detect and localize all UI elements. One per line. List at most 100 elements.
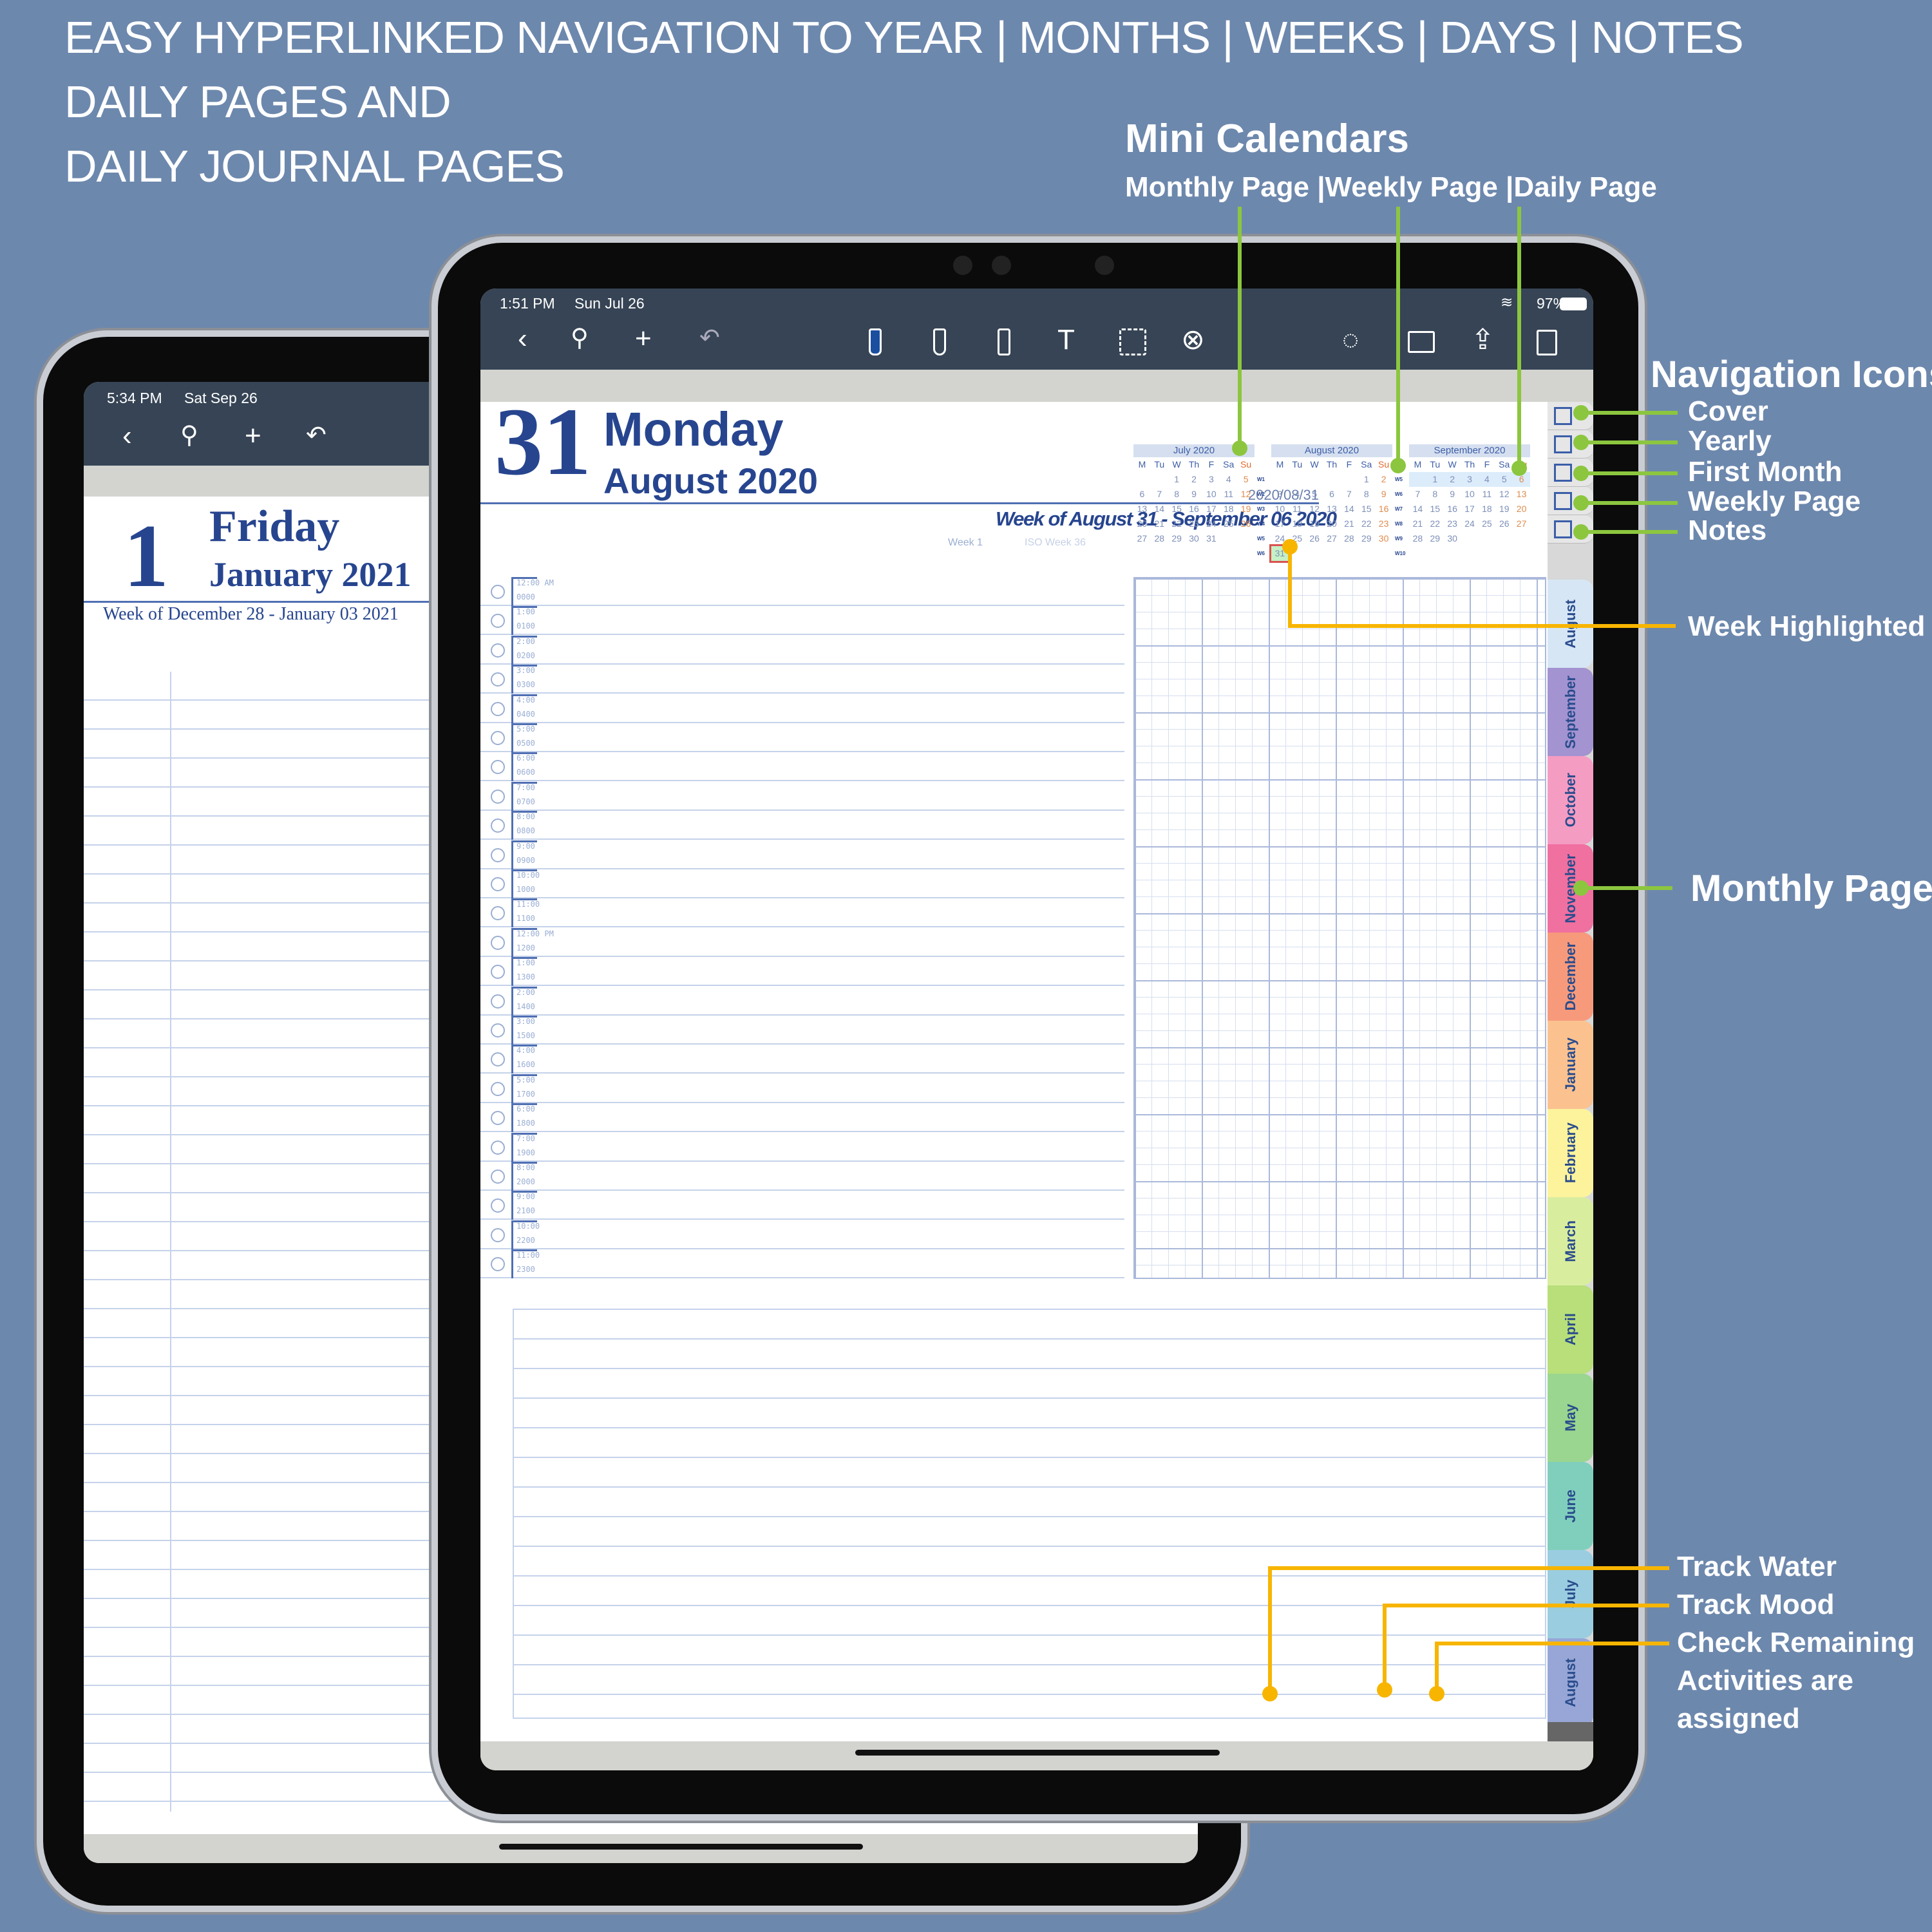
add-icon[interactable]: + bbox=[245, 422, 261, 450]
hour-row[interactable]: 11:00 2300 bbox=[480, 1249, 1124, 1279]
hour-checkbox[interactable] bbox=[491, 1052, 505, 1067]
calendar-day[interactable]: 26 bbox=[1237, 516, 1255, 531]
calendar-day[interactable]: 27 bbox=[1133, 531, 1151, 546]
calendar-day[interactable]: 14 bbox=[1409, 502, 1426, 516]
hour-row[interactable]: 4:00 0400 bbox=[480, 694, 1124, 723]
calendar-day[interactable]: 25 bbox=[1478, 516, 1495, 531]
hour-checkbox[interactable] bbox=[491, 585, 505, 599]
month-tab-september[interactable]: September bbox=[1548, 668, 1593, 756]
hour-row[interactable]: 6:00 1800 bbox=[480, 1103, 1124, 1133]
hour-checkbox[interactable] bbox=[491, 1170, 505, 1184]
calendar-week[interactable]: 12 bbox=[1271, 472, 1392, 487]
calendar-day[interactable]: 13 bbox=[1323, 502, 1341, 516]
hour-checkbox[interactable] bbox=[491, 1140, 505, 1155]
hour-row[interactable]: 1:00 0100 bbox=[480, 606, 1124, 636]
calendar-day[interactable]: 19 bbox=[1495, 502, 1513, 516]
mini-calendar-title[interactable]: September 2020 bbox=[1409, 444, 1530, 457]
calendar-day[interactable]: 25 bbox=[1220, 516, 1237, 531]
elements-icon[interactable] bbox=[1408, 331, 1435, 353]
calendar-day[interactable]: 12 bbox=[1237, 487, 1255, 502]
hour-row[interactable]: 11:00 1100 bbox=[480, 898, 1124, 928]
calendar-day[interactable]: 10 bbox=[1461, 487, 1479, 502]
hour-checkbox[interactable] bbox=[491, 731, 505, 745]
calendar-day[interactable]: 29 bbox=[1168, 531, 1186, 546]
shapes-icon[interactable]: ◌ bbox=[1342, 326, 1359, 354]
calendar-day[interactable]: 3 bbox=[1202, 472, 1220, 487]
calendar-day[interactable]: 15 bbox=[1168, 502, 1186, 516]
calendar-day[interactable]: 13 bbox=[1133, 502, 1151, 516]
hour-checkbox[interactable] bbox=[491, 1257, 505, 1272]
calendar-week[interactable]: 10 11 12 13 14 15 16 bbox=[1271, 502, 1392, 516]
calendar-day[interactable]: 17 bbox=[1461, 502, 1479, 516]
calendar-day[interactable]: 13 bbox=[1513, 487, 1530, 502]
calendar-day[interactable]: 1 bbox=[1168, 472, 1186, 487]
calendar-day[interactable]: 28 bbox=[1340, 531, 1358, 546]
calendar-day[interactable]: 8 bbox=[1358, 487, 1375, 502]
calendar-day[interactable]: 20 bbox=[1323, 516, 1341, 531]
hour-row[interactable]: 3:00 0300 bbox=[480, 665, 1124, 694]
lasso-select-icon[interactable] bbox=[1119, 328, 1146, 355]
hour-row[interactable]: 7:00 1900 bbox=[480, 1132, 1124, 1162]
calendar-day[interactable]: 18 bbox=[1289, 516, 1306, 531]
week-number-link[interactable]: W3 bbox=[1257, 506, 1265, 512]
home-indicator[interactable] bbox=[855, 1750, 1220, 1756]
share-icon[interactable]: ⇪ bbox=[1471, 326, 1495, 354]
calendar-day[interactable]: 20 bbox=[1513, 502, 1530, 516]
calendar-day[interactable]: 11 bbox=[1478, 487, 1495, 502]
hour-row[interactable]: 12:00 PM 1200 bbox=[480, 927, 1124, 957]
calendar-day[interactable]: 2 bbox=[1186, 472, 1203, 487]
hour-checkbox[interactable] bbox=[491, 1081, 505, 1096]
calendar-week[interactable]: 123456 bbox=[1409, 472, 1530, 487]
calendar-day[interactable]: 14 bbox=[1151, 502, 1168, 516]
calendar-day[interactable]: 15 bbox=[1358, 502, 1375, 516]
calendar-week[interactable]: 13 14 15 16 17 18 19 bbox=[1133, 502, 1255, 516]
calendar-day[interactable]: 12 bbox=[1495, 487, 1513, 502]
calendar-day[interactable]: 8 bbox=[1168, 487, 1186, 502]
calendar-day[interactable]: 26 bbox=[1306, 531, 1323, 546]
wrench-icon[interactable]: ⚲ bbox=[180, 423, 198, 448]
laser-pointer-icon[interactable]: ⊗ bbox=[1181, 326, 1205, 354]
month-tab-march[interactable]: March bbox=[1548, 1197, 1593, 1285]
hour-row[interactable]: 12:00 AM 0000 bbox=[480, 577, 1124, 606]
calendar-day[interactable]: 7 bbox=[1340, 487, 1358, 502]
calendar-day[interactable]: 24 bbox=[1461, 516, 1479, 531]
eraser-tool-icon[interactable] bbox=[998, 328, 1010, 355]
hour-row[interactable]: 8:00 0800 bbox=[480, 811, 1124, 840]
calendar-day[interactable]: 14 bbox=[1340, 502, 1358, 516]
hour-checkbox[interactable] bbox=[491, 672, 505, 687]
calendar-week[interactable]: 21 22 23 24 25 26 27 bbox=[1409, 516, 1530, 531]
calendar-day[interactable]: 30 bbox=[1444, 531, 1461, 546]
calendar-day[interactable]: 4 bbox=[1478, 472, 1495, 487]
calendar-day[interactable]: 1 bbox=[1358, 472, 1375, 487]
mini-calendar-title[interactable]: August 2020 bbox=[1271, 444, 1392, 457]
week-number-link[interactable]: W5 bbox=[1395, 477, 1403, 482]
calendar-day[interactable]: 19 bbox=[1306, 516, 1323, 531]
month-tab-july[interactable]: July bbox=[1548, 1550, 1593, 1638]
undo-icon[interactable]: ↶ bbox=[306, 423, 327, 448]
hour-checkbox[interactable] bbox=[491, 906, 505, 921]
add-icon[interactable]: + bbox=[635, 325, 652, 353]
calendar-day[interactable]: 7 bbox=[1409, 487, 1426, 502]
week-number-link[interactable]: W6 bbox=[1257, 551, 1265, 556]
calendar-week[interactable]: 27 28 29 30 31 bbox=[1133, 531, 1255, 546]
notes-area[interactable] bbox=[513, 1309, 1546, 1719]
calendar-week[interactable]: 17 18 19 20 21 22 23 bbox=[1271, 516, 1392, 531]
calendar-day[interactable]: 22 bbox=[1358, 516, 1375, 531]
calendar-day[interactable]: 5 bbox=[1237, 472, 1255, 487]
mini-calendar[interactable]: September 2020MTuWThFSaSu123456789101112… bbox=[1409, 444, 1530, 546]
calendar-day[interactable]: 28 bbox=[1409, 531, 1426, 546]
hour-row[interactable]: 1:00 1300 bbox=[480, 957, 1124, 987]
hour-checkbox[interactable] bbox=[491, 1227, 505, 1242]
calendar-week[interactable]: 28 29 30 bbox=[1409, 531, 1530, 546]
calendar-day[interactable]: 29 bbox=[1426, 531, 1444, 546]
hour-checkbox[interactable] bbox=[491, 614, 505, 629]
week-number-link[interactable]: W4 bbox=[1257, 521, 1265, 527]
hour-row[interactable]: 3:00 1500 bbox=[480, 1016, 1124, 1045]
hour-checkbox[interactable] bbox=[491, 1198, 505, 1213]
calendar-day[interactable]: 5 bbox=[1306, 487, 1323, 502]
calendar-day[interactable]: 8 bbox=[1426, 487, 1444, 502]
calendar-day[interactable]: 4 bbox=[1289, 487, 1306, 502]
hour-checkbox[interactable] bbox=[491, 1111, 505, 1126]
mini-calendar[interactable]: July 2020 M Tu W Th F Sa Su 1 2 3 4 5 6 7 8 9 10 11 12 13 14 1… bbox=[1133, 444, 1255, 546]
calendar-day[interactable]: 23 bbox=[1444, 516, 1461, 531]
